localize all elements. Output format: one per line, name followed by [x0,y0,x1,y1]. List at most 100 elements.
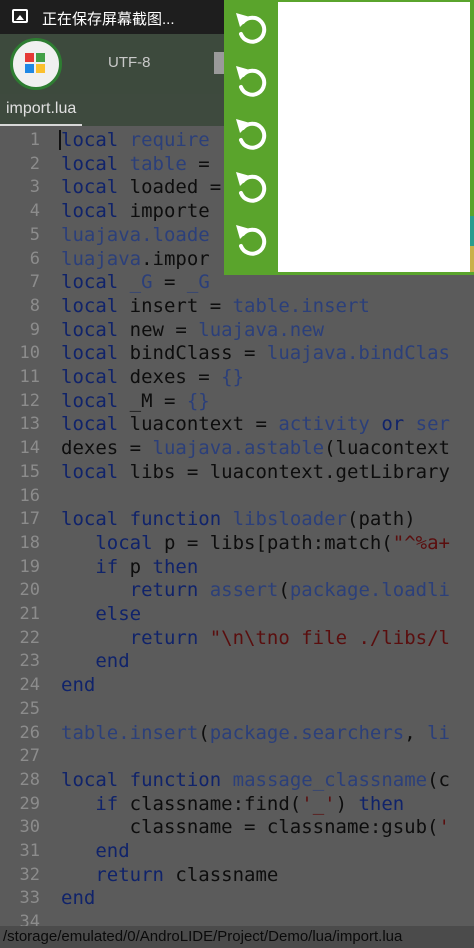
code-text: local _M = {} [61,390,210,414]
code-token: "^%a+ [392,531,450,554]
line-number: 2 [29,153,40,174]
line-number: 6 [29,248,40,269]
undo-button[interactable] [228,111,276,159]
code-line[interactable]: 21 else [0,603,474,627]
undo-button[interactable] [228,217,276,265]
undo-button[interactable] [228,164,276,212]
code-text: if p then [61,556,198,580]
code-token: local [61,318,119,341]
code-line[interactable]: 29 if classname:find('_') then [0,793,474,817]
code-token: dexes = [61,437,153,460]
logo-square-icon [25,64,34,73]
code-line[interactable]: 24 end [0,674,474,698]
code-line[interactable]: 34 [0,911,474,926]
code-token: loaded = [118,176,222,199]
line-number: 11 [19,367,40,387]
edge-strip [470,216,474,246]
line-number: 31 [19,841,40,861]
code-line[interactable]: 20 return assert(package.loadli [0,579,474,603]
code-token: classname = classname:gsub( [61,816,439,839]
code-line[interactable]: 18 local p = libs[path:match("^%a+ [0,532,474,556]
code-line[interactable]: 16 [0,485,474,509]
app-logo-button[interactable] [10,38,62,90]
code-line[interactable]: 22 return "\n\tno file ./libs/l [0,627,474,651]
line-number: 34 [19,912,40,926]
code-line[interactable]: 13 local luacontext = activity or ser [0,413,474,437]
code-line[interactable]: 33 end [0,887,474,911]
encoding-button[interactable]: UTF-8 [108,54,151,71]
line-number: 13 [19,414,40,435]
line-number: 18 [19,532,40,553]
line-number: 24 [19,675,40,696]
tab-import-lua[interactable]: import.lua [0,94,83,126]
code-token: _M = [118,389,187,412]
code-token: package.searchers [209,721,405,744]
code-line[interactable]: 19 if p then [0,556,474,580]
code-line[interactable]: 26 table.insert(package.searchers, li [0,722,474,746]
code-line[interactable]: 25 [0,698,474,722]
code-line[interactable]: 30 classname = classname:gsub(' [0,816,474,840]
line-number: 30 [19,817,40,838]
code-text: local function libsloader(path) [61,508,416,532]
code-text: classname = classname:gsub(' [61,816,450,840]
code-token: new = [118,318,199,341]
line-number: 33 [19,888,40,909]
code-token: ' [438,816,450,839]
code-token: luajava.bindClas [266,342,450,365]
code-token: end [61,887,96,910]
code-token: p [118,555,153,578]
line-number: 32 [19,864,40,885]
code-token: require [129,129,210,151]
code-token: table.insert [232,294,370,317]
undo-button[interactable] [228,5,276,53]
code-token: luajava.new [198,318,325,341]
status-text: 正在保存屏幕截图... [42,11,175,28]
code-token: massage_classname [232,768,428,791]
code-line[interactable]: 15 local libs = luacontext.getLibrary [0,461,474,485]
code-line[interactable]: 11 local dexes = {} [0,366,474,390]
code-line[interactable]: 31 end [0,840,474,864]
code-line[interactable]: 23 end [0,650,474,674]
code-line[interactable]: 28 local function massage_classname(c [0,769,474,793]
line-number: 19 [19,556,40,577]
line-number: 21 [19,604,40,624]
code-line[interactable]: 17 local function libsloader(path) [0,508,474,532]
code-line[interactable]: 14 dexes = luajava.astable(luacontext [0,437,474,461]
toolbar-icon[interactable] [214,52,224,74]
code-token: local [61,294,119,317]
code-token: ( [198,721,210,744]
floating-panel-content [278,2,470,272]
code-text: end [61,650,129,674]
code-token: if [95,555,119,578]
code-token: local [61,200,119,223]
code-token: (c [427,768,450,791]
line-number: 26 [19,722,40,743]
floating-panel [224,0,474,275]
code-token: bindClass = [118,342,267,365]
code-line[interactable]: 27 [0,745,474,769]
code-token: table [129,152,187,175]
code-line[interactable]: 32 return classname [0,864,474,888]
code-token: {} [221,366,245,388]
code-line[interactable]: 12 local _M = {} [0,390,474,414]
code-token: else [95,603,142,625]
code-token: local [61,460,119,483]
code-line[interactable]: 9 local new = luajava.new [0,319,474,343]
code-token: dexes = [118,366,222,388]
undo-button[interactable] [228,58,276,106]
code-line[interactable]: 10 local bindClass = luajava.bindClas [0,342,474,366]
code-token: .impor [141,247,210,270]
line-number: 20 [19,580,40,601]
code-token: assert [209,579,279,602]
code-token: luajava.astable [152,437,325,460]
code-token: return [129,579,199,602]
code-text: local new = luajava.new [61,319,324,343]
code-line[interactable]: 8 local insert = table.insert [0,295,474,319]
code-text: return classname [61,864,278,888]
